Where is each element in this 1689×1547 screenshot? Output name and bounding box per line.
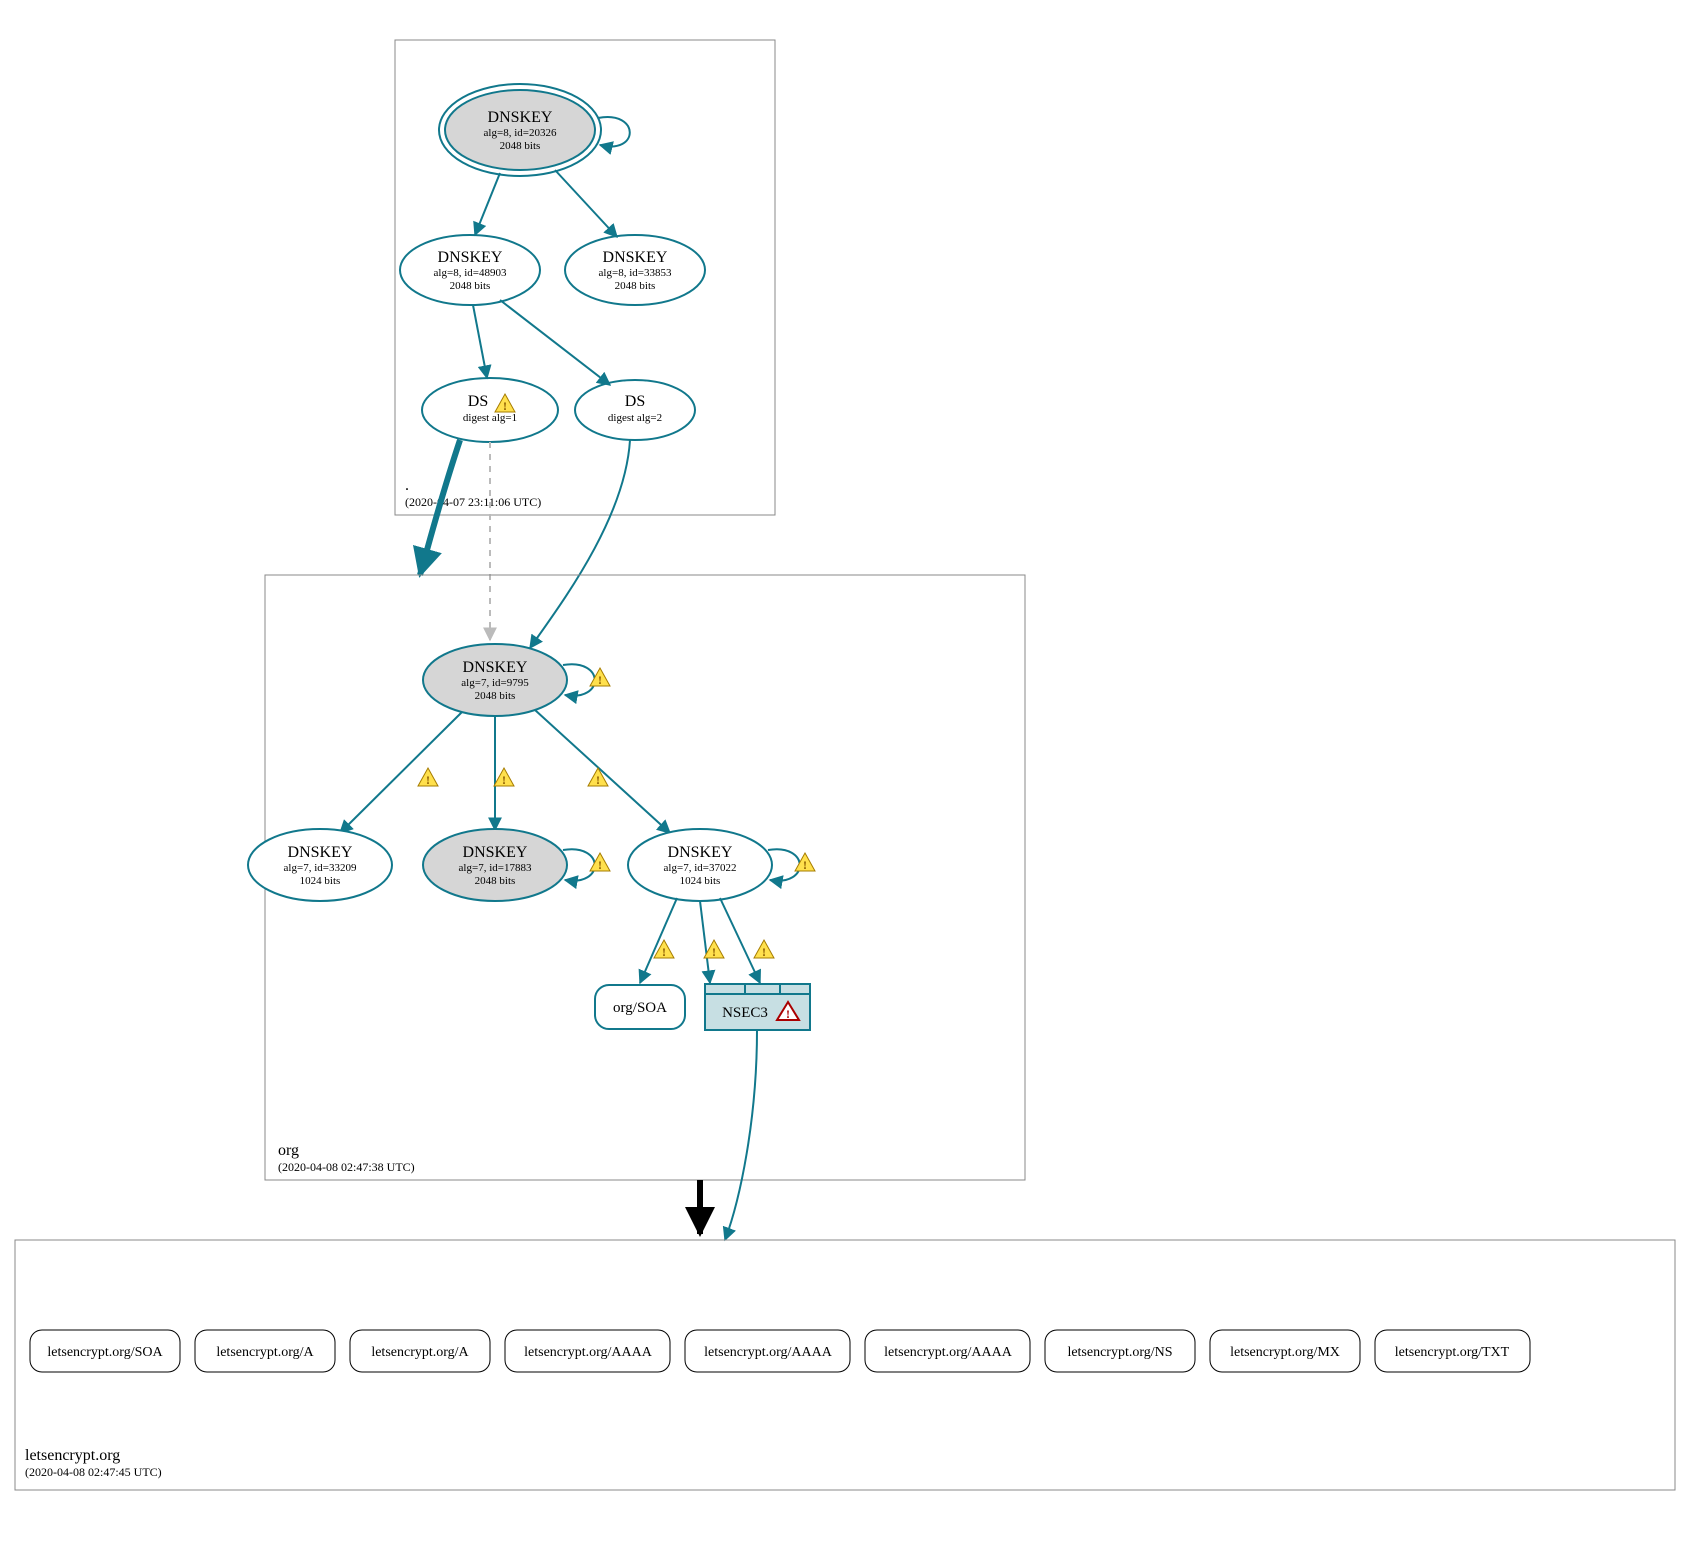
node-org-z3-sub1: alg=7, id=37022 xyxy=(664,862,737,874)
warn-icon: ! xyxy=(754,940,774,959)
edge-org-z3-nsec3b xyxy=(720,898,760,983)
edge-root-zsk1-ds2 xyxy=(500,300,610,385)
node-le-record[interactable]: letsencrypt.org/SOA xyxy=(30,1330,180,1372)
node-org-z1[interactable]: DNSKEY alg=7, id=33209 1024 bits xyxy=(248,829,392,901)
node-org-ksk-title: DNSKEY xyxy=(463,659,528,676)
edge-org-ksk-z1 xyxy=(340,712,462,833)
warn-icon: ! xyxy=(590,853,610,872)
node-org-z3[interactable]: DNSKEY alg=7, id=37022 1024 bits xyxy=(628,829,772,901)
node-le-record[interactable]: letsencrypt.org/AAAA xyxy=(505,1330,670,1372)
node-root-ksk[interactable]: DNSKEY alg=8, id=20326 2048 bits xyxy=(439,84,601,176)
node-root-zsk1-sub1: alg=8, id=48903 xyxy=(434,267,507,279)
node-org-nsec3-title: NSEC3 xyxy=(722,1005,768,1021)
edge-root-zsk1-ds1 xyxy=(473,305,487,378)
node-le-6-title: letsencrypt.org/NS xyxy=(1067,1345,1172,1360)
node-le-record[interactable]: letsencrypt.org/TXT xyxy=(1375,1330,1530,1372)
warn-icon: ! xyxy=(590,668,610,687)
zone-org: org (2020-04-08 02:47:38 UTC) DNSKEY alg… xyxy=(248,575,1025,1180)
node-org-ksk-sub1: alg=7, id=9795 xyxy=(461,677,529,689)
node-le-2-title: letsencrypt.org/A xyxy=(371,1345,469,1360)
zone-root-time: (2020-04-07 23:11:06 UTC) xyxy=(405,495,541,509)
node-org-z1-title: DNSKEY xyxy=(288,844,353,861)
zone-org-label: org xyxy=(278,1142,299,1159)
node-le-3-title: letsencrypt.org/AAAA xyxy=(524,1345,653,1360)
zone-le: letsencrypt.org (2020-04-08 02:47:45 UTC… xyxy=(15,1240,1675,1490)
node-root-zsk2-sub2: 2048 bits xyxy=(615,280,656,292)
node-org-z1-sub1: alg=7, id=33209 xyxy=(284,862,357,874)
node-le-7-title: letsencrypt.org/MX xyxy=(1230,1345,1340,1360)
node-le-record[interactable]: letsencrypt.org/A xyxy=(195,1330,335,1372)
node-org-z1-sub2: 1024 bits xyxy=(300,875,341,887)
svg-text:!: ! xyxy=(426,773,430,787)
edge-root-ksk-self xyxy=(598,117,630,146)
node-root-zsk2-title: DNSKEY xyxy=(603,249,668,266)
svg-text:!: ! xyxy=(502,773,506,787)
node-org-nsec3[interactable]: NSEC3 ! xyxy=(705,984,810,1030)
warn-icon: ! xyxy=(418,768,438,787)
node-le-4-title: letsencrypt.org/AAAA xyxy=(704,1345,833,1360)
node-org-z3-title: DNSKEY xyxy=(668,844,733,861)
edge-org-ksk-z3 xyxy=(535,710,670,833)
node-le-1-title: letsencrypt.org/A xyxy=(216,1345,314,1360)
node-root-zsk1-sub2: 2048 bits xyxy=(450,280,491,292)
node-org-z2[interactable]: DNSKEY alg=7, id=17883 2048 bits xyxy=(423,829,567,901)
zone-le-label: letsencrypt.org xyxy=(25,1447,120,1464)
node-org-soa[interactable]: org/SOA xyxy=(595,985,685,1029)
node-org-z2-sub2: 2048 bits xyxy=(475,875,516,887)
node-org-z2-title: DNSKEY xyxy=(463,844,528,861)
node-le-record[interactable]: letsencrypt.org/AAAA xyxy=(865,1330,1030,1372)
node-le-record[interactable]: letsencrypt.org/MX xyxy=(1210,1330,1360,1372)
node-org-z2-sub1: alg=7, id=17883 xyxy=(459,862,532,874)
node-root-zsk1-title: DNSKEY xyxy=(438,249,503,266)
node-le-0-title: letsencrypt.org/SOA xyxy=(47,1345,163,1360)
node-org-soa-title: org/SOA xyxy=(613,1000,667,1016)
edge-root-ksk-zsk1 xyxy=(475,173,500,235)
node-le-record[interactable]: letsencrypt.org/A xyxy=(350,1330,490,1372)
node-le-record[interactable]: letsencrypt.org/NS xyxy=(1045,1330,1195,1372)
zone-le-time: (2020-04-08 02:47:45 UTC) xyxy=(25,1465,162,1479)
node-org-ksk[interactable]: DNSKEY alg=7, id=9795 2048 bits xyxy=(423,644,567,716)
edge-org-z3-soa xyxy=(640,898,677,983)
node-root-ds2-title: DS xyxy=(625,393,645,410)
svg-text:!: ! xyxy=(598,673,602,687)
node-root-zsk2-sub1: alg=8, id=33853 xyxy=(599,267,672,279)
node-le-8-title: letsencrypt.org/TXT xyxy=(1395,1345,1510,1360)
svg-text:!: ! xyxy=(762,945,766,959)
node-root-zsk2[interactable]: DNSKEY alg=8, id=33853 2048 bits xyxy=(565,235,705,305)
node-root-ds2-sub1: digest alg=2 xyxy=(608,412,662,424)
node-org-z3-sub2: 1024 bits xyxy=(680,875,721,887)
node-root-ds1-title: DS xyxy=(468,393,488,410)
warn-icon: ! xyxy=(588,768,608,787)
zone-root-label: . xyxy=(405,477,409,494)
svg-text:!: ! xyxy=(712,945,716,959)
warn-icon: ! xyxy=(704,940,724,959)
node-le-5-title: letsencrypt.org/AAAA xyxy=(884,1345,1013,1360)
edge-org-z3-nsec3a xyxy=(700,901,710,983)
node-root-ksk-sub2: 2048 bits xyxy=(500,140,541,152)
node-org-ksk-sub2: 2048 bits xyxy=(475,690,516,702)
svg-text:!: ! xyxy=(662,945,666,959)
node-root-ksk-sub1: alg=8, id=20326 xyxy=(484,127,557,139)
svg-text:!: ! xyxy=(598,858,602,872)
svg-text:!: ! xyxy=(503,399,507,413)
edge-nsec3-to-le xyxy=(725,1030,757,1240)
svg-text:!: ! xyxy=(786,1007,790,1021)
node-root-ds1-sub1: digest alg=1 xyxy=(463,412,517,424)
node-root-ds2[interactable]: DS digest alg=2 xyxy=(575,380,695,440)
edge-root-ksk-zsk2 xyxy=(555,170,617,237)
edge-ds2-to-org-ksk xyxy=(530,440,630,648)
node-root-ksk-title: DNSKEY xyxy=(488,109,553,126)
node-root-zsk1[interactable]: DNSKEY alg=8, id=48903 2048 bits xyxy=(400,235,540,305)
node-le-record[interactable]: letsencrypt.org/AAAA xyxy=(685,1330,850,1372)
svg-text:!: ! xyxy=(596,773,600,787)
warn-icon: ! xyxy=(494,768,514,787)
zone-root: . (2020-04-07 23:11:06 UTC) DNSKEY alg=8… xyxy=(395,40,775,515)
node-root-ds1[interactable]: DS digest alg=1 ! xyxy=(422,378,558,442)
warn-icon: ! xyxy=(795,853,815,872)
zone-org-time: (2020-04-08 02:47:38 UTC) xyxy=(278,1160,415,1174)
svg-text:!: ! xyxy=(803,858,807,872)
